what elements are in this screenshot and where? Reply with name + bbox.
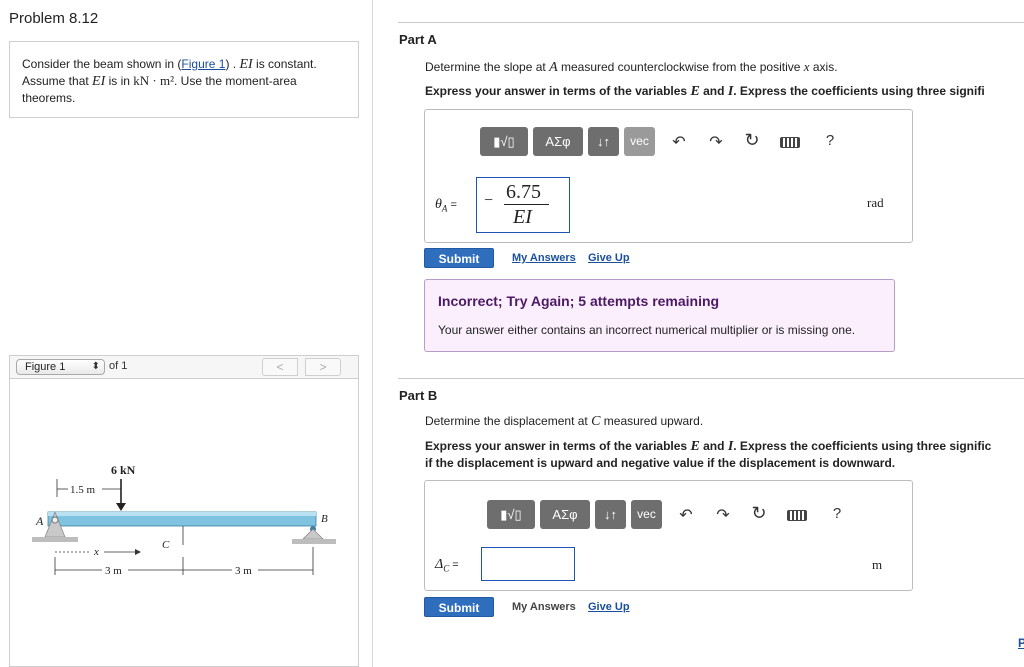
reset-icon[interactable]: ↻ (742, 130, 762, 151)
part-a-submit-button[interactable]: Submit (424, 248, 494, 268)
answer-denominator: EI (513, 206, 532, 228)
part-b-question: Determine the displacement at C measured… (425, 414, 704, 429)
part-b-instruction: Express your answer in terms of the vari… (425, 439, 992, 470)
fraction-bar (504, 204, 549, 205)
redo-icon[interactable]: ↷ (713, 505, 733, 525)
beam-highlight (48, 512, 316, 516)
ground-b (292, 539, 336, 544)
part-a-question: Determine the slope at A measured counte… (425, 59, 838, 75)
feedback-text: Your answer either contains an incorrect… (438, 323, 856, 337)
next-figure-button[interactable]: > (305, 358, 341, 376)
previous-figure-button[interactable]: < (262, 358, 298, 376)
part-a-instruction: Express your answer in terms of the vari… (425, 84, 985, 99)
load-arrowhead (116, 503, 126, 511)
problem-line-2: Assume that EI is in kN · m². Use the mo… (22, 73, 297, 89)
greek-symbols-button[interactable]: ΑΣφ (540, 500, 590, 529)
help-button[interactable]: ? (827, 505, 847, 522)
figure-area: 1.5 m 6 kN A B C x 3 m 3 m (9, 379, 359, 667)
undo-icon[interactable]: ↶ (676, 505, 696, 525)
part-a-answer-label: θA = (435, 197, 457, 214)
divider (398, 22, 1024, 23)
load-label: 6 kN (111, 463, 136, 477)
problem-line-1: Consider the beam shown in (Figure 1) . … (22, 57, 317, 72)
templates-button[interactable]: ▮√▯ (487, 500, 535, 529)
x-arrowhead (135, 549, 141, 555)
vector-button[interactable]: vec (624, 127, 655, 156)
left-panel: Problem 8.12 Consider the beam shown in … (0, 0, 373, 667)
part-b-answer-input[interactable] (481, 547, 575, 581)
roller-support-b (302, 528, 324, 540)
point-c-label: C (162, 539, 170, 551)
part-b-toolbar: ▮√▯ ΑΣφ ↓↑ vec ↶ ↷ ↻ ? (487, 500, 867, 529)
part-a-my-answers-link[interactable]: My Answers (512, 252, 576, 264)
problem-title: Problem 8.12 (9, 10, 99, 27)
part-b-answer-label: ΔC = (435, 557, 459, 574)
part-b-unit: m (872, 557, 883, 572)
divider (398, 378, 1024, 379)
subscript-superscript-button[interactable]: ↓↑ (595, 500, 626, 529)
dimension-right-3m: 3 m (235, 565, 252, 577)
part-a-title: Part A (399, 32, 437, 47)
templates-button[interactable]: ▮√▯ (480, 127, 528, 156)
part-b-submit-button[interactable]: Submit (424, 597, 494, 617)
updown-arrow-icon: ⬍ (91, 361, 100, 372)
keyboard-icon[interactable] (780, 137, 800, 148)
redo-icon[interactable]: ↷ (706, 132, 726, 152)
figure-navigation-bar: Figure 1 ⬍ of 1 < > (9, 355, 359, 379)
part-a-answer-input[interactable]: − 6.75 EI (476, 177, 570, 233)
subscript-superscript-button[interactable]: ↓↑ (588, 127, 619, 156)
part-b-give-up-link[interactable]: Give Up (588, 601, 630, 613)
x-label: x (93, 546, 99, 558)
figure-select[interactable]: Figure 1 ⬍ (16, 359, 105, 375)
part-b-title: Part B (399, 388, 438, 403)
problem-line-3: theorems. (22, 91, 76, 105)
reset-icon[interactable]: ↻ (749, 503, 769, 524)
right-panel: Part A Determine the slope at A measured… (374, 0, 1024, 667)
feedback-title: Incorrect; Try Again; 5 attempts remaini… (438, 293, 720, 309)
part-b-answer-box: ▮√▯ ΑΣφ ↓↑ vec ↶ ↷ ↻ ? ΔC = m (424, 480, 913, 591)
part-b-my-answers: My Answers (512, 601, 576, 613)
answer-numerator: 6.75 (506, 181, 541, 203)
vector-button[interactable]: vec (631, 500, 662, 529)
minus-sign: − (484, 192, 494, 209)
figure-1-link[interactable]: Figure 1 (181, 57, 225, 71)
pin-a (51, 516, 59, 524)
point-a-label: A (35, 514, 44, 528)
dimension-1.5m: 1.5 m (70, 484, 96, 496)
ground-a (32, 537, 78, 542)
dimension-left-3m: 3 m (105, 565, 122, 577)
part-a-unit: rad (867, 195, 884, 210)
figure-count: of 1 (109, 360, 128, 372)
greek-symbols-button[interactable]: ΑΣφ (533, 127, 583, 156)
help-button[interactable]: ? (820, 132, 840, 149)
provide-feedback-link[interactable]: P (1018, 636, 1024, 650)
problem-statement: Consider the beam shown in (Figure 1) . … (9, 41, 359, 118)
point-b-label: B (321, 513, 328, 525)
feedback-box: Incorrect; Try Again; 5 attempts remaini… (424, 279, 895, 352)
part-a-toolbar: ▮√▯ ΑΣφ ↓↑ vec ↶ ↷ ↻ ? (480, 127, 860, 156)
part-a-give-up-link[interactable]: Give Up (588, 252, 630, 264)
part-a-answer-box: ▮√▯ ΑΣφ ↓↑ vec ↶ ↷ ↻ ? θA = − 6.75 EI ra… (424, 109, 913, 243)
beam-diagram: 1.5 m 6 kN A B C x 3 m 3 m (32, 463, 336, 577)
keyboard-icon[interactable] (787, 510, 807, 521)
undo-icon[interactable]: ↶ (669, 132, 689, 152)
